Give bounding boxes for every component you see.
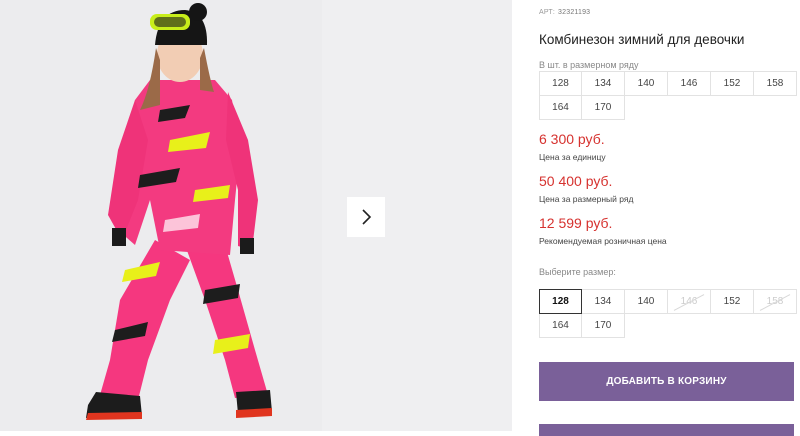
- size-option-unavailable: 146: [667, 289, 711, 314]
- article-value: 32321193: [558, 9, 591, 16]
- size-range-cell: 134: [581, 71, 625, 96]
- size-option[interactable]: 128: [539, 289, 582, 314]
- size-range-cell: 140: [624, 71, 668, 96]
- unit-price-caption: Цена за единицу: [539, 152, 606, 162]
- add-to-cart-button[interactable]: ДОБАВИТЬ В КОРЗИНУ: [539, 362, 794, 401]
- article-label: АРТ:: [539, 9, 556, 16]
- size-option[interactable]: 164: [539, 313, 582, 338]
- secondary-action-button[interactable]: [539, 424, 794, 436]
- retail-price-caption: Рекомендуемая розничная цена: [539, 236, 667, 246]
- range-price-caption: Цена за размерный ряд: [539, 194, 634, 204]
- next-image-button[interactable]: [347, 197, 385, 237]
- product-gallery: [0, 0, 512, 431]
- size-range-cell: 158: [753, 71, 797, 96]
- size-select-label: Выберите размер:: [539, 267, 616, 277]
- size-range-cell: 146: [667, 71, 711, 96]
- retail-price: 12 599 руб.: [539, 215, 613, 231]
- size-range-label: В шт. в размерном ряду: [539, 60, 639, 70]
- product-info: АРТ: 32321193 Комбинезон зимний для девоч…: [539, 0, 800, 436]
- product-photo[interactable]: [0, 0, 322, 431]
- article-number: АРТ: 32321193: [539, 9, 590, 16]
- product-title: Комбинезон зимний для девочки: [539, 32, 745, 47]
- size-option-unavailable: 158: [753, 289, 797, 314]
- size-option[interactable]: 140: [624, 289, 668, 314]
- size-range-cell: 128: [539, 71, 582, 96]
- unit-price: 6 300 руб.: [539, 131, 605, 147]
- size-option[interactable]: 170: [581, 313, 625, 338]
- size-range-cell: 170: [581, 95, 625, 120]
- size-range-grid: 128 134 140 146 152 158 164 170: [539, 71, 797, 120]
- size-selector: 128 134 140 146 152 158 164 170: [539, 289, 797, 338]
- size-range-cell: 164: [539, 95, 582, 120]
- size-option[interactable]: 152: [710, 289, 754, 314]
- size-range-cell: 152: [710, 71, 754, 96]
- range-price: 50 400 руб.: [539, 173, 613, 189]
- size-option[interactable]: 134: [581, 289, 625, 314]
- chevron-right-icon: [360, 208, 372, 226]
